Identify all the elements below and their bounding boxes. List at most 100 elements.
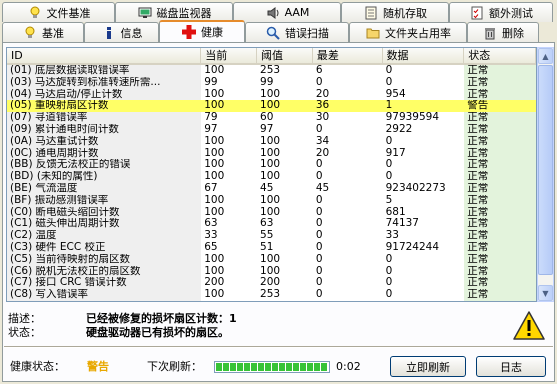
current-cell: 100 xyxy=(204,265,225,277)
table-row[interactable]: (C8) 写入错误率 100 253 0 0 正常 xyxy=(7,289,536,301)
trash-icon xyxy=(482,25,498,41)
lightbulb-icon xyxy=(22,25,38,41)
table-row[interactable]: (BF) 振动感测错误率 100 100 0 5 正常 xyxy=(7,194,536,207)
progress-segment xyxy=(244,363,250,371)
current-cell: 100 xyxy=(204,206,225,218)
progress-segment xyxy=(237,363,243,371)
lightbulb-icon xyxy=(27,5,43,21)
col-header-id[interactable]: ID xyxy=(7,48,202,63)
current-cell: 100 xyxy=(204,135,225,147)
tab-label: 额外测试 xyxy=(489,6,533,20)
worst-cell: 45 xyxy=(315,182,330,194)
progress-segment xyxy=(258,363,264,371)
progress-segment xyxy=(279,363,285,371)
table-header: ID 当前 阈值 最差 数据 状态 xyxy=(7,48,536,65)
col-header-worst[interactable]: 最差 xyxy=(313,48,383,63)
table-row[interactable]: (09) 累计通电时间计数 97 97 0 2922 正常 xyxy=(7,123,536,136)
folder-icon xyxy=(365,25,381,41)
progress-segment xyxy=(230,363,236,371)
worst-cell: 0 xyxy=(315,76,323,88)
table-row[interactable]: (05) 重映射扇区计数 100 100 36 1 警告 xyxy=(7,100,536,113)
tab-extra-tests[interactable]: 额外测试 xyxy=(449,2,553,22)
status-cell: 正常 xyxy=(464,123,536,136)
data-cell: 681 xyxy=(385,206,406,218)
table-row[interactable]: (BB) 反馈无法校正的错误 100 100 0 0 正常 xyxy=(7,159,536,172)
progress-segment xyxy=(314,363,320,371)
table-row[interactable]: (01) 底层数据读取错误率 100 253 6 0 正常 xyxy=(7,65,536,77)
table-row[interactable]: (C6) 脱机无法校正的扇区数 100 100 0 0 正常 xyxy=(7,265,536,278)
tab-benchmark[interactable]: 基准 xyxy=(2,22,84,42)
col-header-status[interactable]: 状态 xyxy=(464,48,536,63)
worst-cell: 0 xyxy=(315,206,323,218)
col-header-threshold[interactable]: 阈值 xyxy=(257,48,313,63)
data-cell: 0 xyxy=(385,265,393,277)
tab-aam[interactable]: AAM xyxy=(233,2,341,22)
status-cell: 正常 xyxy=(464,253,536,266)
table-row[interactable]: (C5) 当前待映射的扇区数 100 100 0 0 正常 xyxy=(7,253,536,266)
current-cell: 33 xyxy=(204,230,218,242)
progress-segment xyxy=(223,363,229,371)
attribute-id-cell: (BF) 振动感测错误率 xyxy=(7,194,202,207)
status-cell: 正常 xyxy=(464,241,536,254)
table-row[interactable]: (BD) (未知的属性) 100 100 0 0 正常 xyxy=(7,171,536,183)
attribute-details: 描述： 已经被修复的损坏扇区计数：1 状态： 硬盘驱动器已有损坏的扇区。 xyxy=(8,310,237,339)
separator xyxy=(4,346,553,348)
worst-cell: 34 xyxy=(315,135,330,147)
magnifier-icon xyxy=(265,25,281,41)
table-scrollbar[interactable]: ▲ ▼ xyxy=(537,47,554,302)
status-cell: 正常 xyxy=(464,112,536,124)
progress-segment xyxy=(216,363,222,371)
log-button[interactable]: 日志 xyxy=(476,356,546,377)
status-label: 状态： xyxy=(8,326,41,339)
smart-attribute-table[interactable]: ID 当前 阈值 最差 数据 状态 (01) 底层数据读取错误率 100 253 6 0… xyxy=(6,47,537,302)
table-row[interactable]: (0C) 通电周期计数 100 100 20 917 正常 xyxy=(7,147,536,160)
status-cell: 正常 xyxy=(464,147,536,160)
current-cell: 63 xyxy=(204,218,218,230)
scroll-down-button[interactable]: ▼ xyxy=(538,285,553,301)
status-cell: 正常 xyxy=(464,230,536,242)
threshold-cell: 100 xyxy=(260,253,281,265)
health-status-value: 警告 xyxy=(87,360,109,373)
tab-file-benchmark[interactable]: 文件基准 xyxy=(2,2,115,22)
scroll-up-button[interactable]: ▲ xyxy=(538,48,553,64)
tab-label: 磁盘监视器 xyxy=(156,6,212,20)
tab-label: 文件夹占用率 xyxy=(385,26,451,40)
table-row[interactable]: (C3) 硬件 ECC 校正 65 51 0 91724244 正常 xyxy=(7,241,536,254)
table-row[interactable]: (03) 马达旋转到标准转速所需... 99 99 0 0 正常 xyxy=(7,76,536,89)
refresh-now-button[interactable]: 立即刷新 xyxy=(390,356,466,377)
table-row[interactable]: (C1) 磁头伸出周期计数 63 63 0 74137 正常 xyxy=(7,218,536,231)
table-row[interactable]: (C2) 温度 33 55 0 33 正常 xyxy=(7,230,536,242)
table-row[interactable]: (BE) 气流温度 67 45 45 923402273 正常 xyxy=(7,182,536,195)
tab-random-access[interactable]: 随机存取 xyxy=(341,2,449,22)
current-cell: 99 xyxy=(204,76,218,88)
tab-info[interactable]: 信息 xyxy=(84,22,159,42)
col-header-data[interactable]: 数据 xyxy=(383,48,465,63)
threshold-cell: 100 xyxy=(260,159,281,171)
progress-segment xyxy=(286,363,292,371)
table-row[interactable]: (0A) 马达重试计数 100 100 34 0 正常 xyxy=(7,135,536,148)
col-header-current[interactable]: 当前 xyxy=(201,48,258,63)
table-row[interactable]: (C7) 接口 CRC 错误计数 200 200 0 0 正常 xyxy=(7,277,536,290)
table-row[interactable]: (07) 寻道错误率 79 60 30 97939594 正常 xyxy=(7,112,536,124)
tab-health[interactable]: 健康 xyxy=(159,20,245,42)
table-row[interactable]: (04) 马达启动/停止计数 100 100 20 954 正常 xyxy=(7,88,536,101)
data-cell: 33 xyxy=(385,230,399,242)
threshold-cell: 100 xyxy=(260,265,281,277)
tab-delete[interactable]: 删除 xyxy=(467,22,539,42)
status-cell: 正常 xyxy=(464,76,536,89)
tab-folder-usage[interactable]: 文件夹占用率 xyxy=(349,22,467,42)
status-value: 硬盘驱动器已有损坏的扇区。 xyxy=(86,326,229,339)
scroll-thumb[interactable] xyxy=(538,65,553,275)
threshold-cell: 200 xyxy=(260,277,281,289)
tab-disk-monitor[interactable]: 磁盘监视器 xyxy=(115,2,233,22)
tab-error-scan[interactable]: 错误扫描 xyxy=(245,22,349,42)
notepad-icon xyxy=(363,5,379,21)
status-cell: 正常 xyxy=(464,194,536,207)
description-label: 描述： xyxy=(8,312,41,325)
threshold-cell: 100 xyxy=(260,135,281,147)
status-cell: 正常 xyxy=(464,265,536,278)
status-cell: 警告 xyxy=(464,100,536,113)
table-row[interactable]: (C0) 断电磁头缩回计数 100 100 0 681 正常 xyxy=(7,206,536,219)
attribute-id-cell: (04) 马达启动/停止计数 xyxy=(7,88,202,101)
threshold-cell: 99 xyxy=(260,76,274,88)
